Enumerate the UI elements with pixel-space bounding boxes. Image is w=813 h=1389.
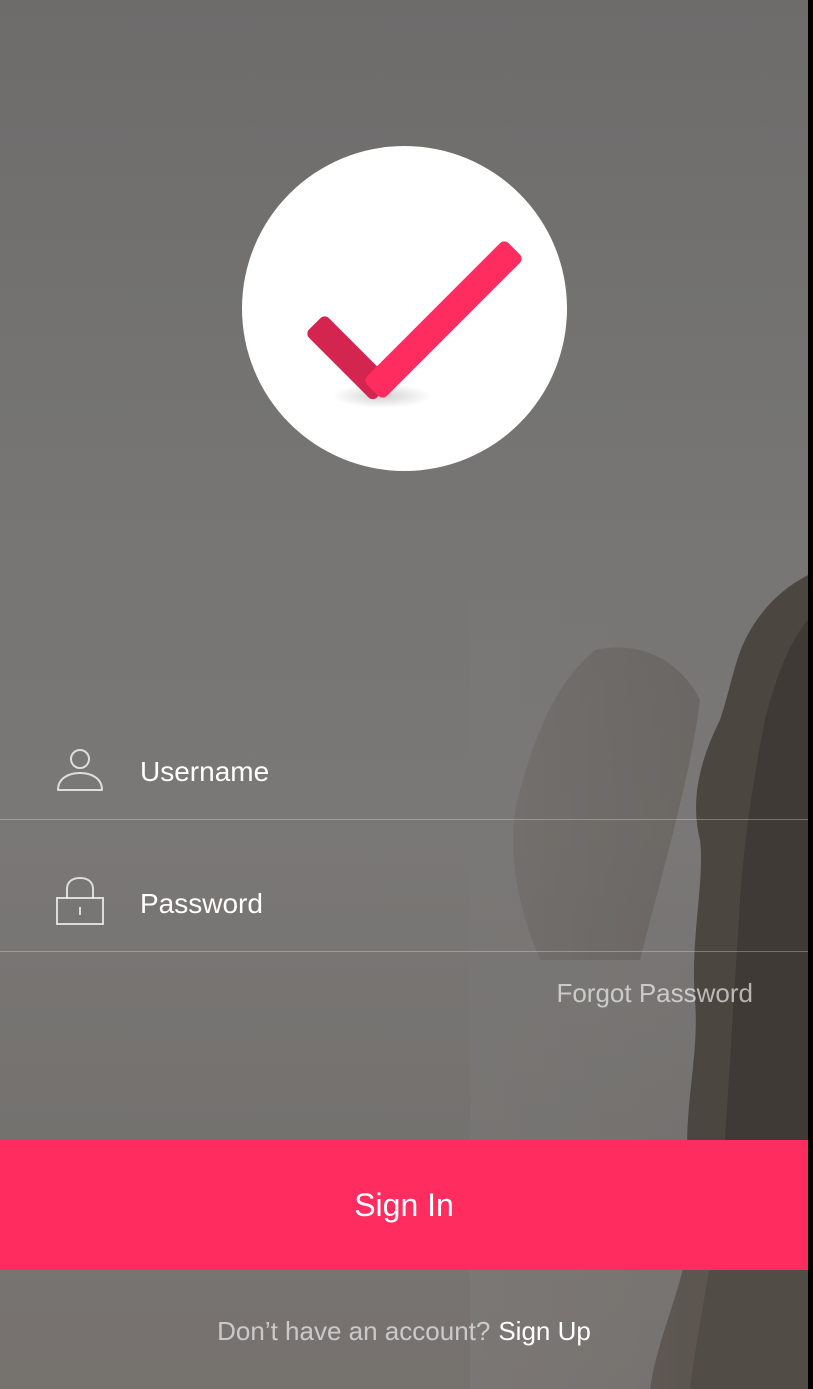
- username-input[interactable]: [140, 752, 740, 792]
- right-border: [808, 0, 813, 1389]
- password-input[interactable]: [140, 884, 740, 924]
- checkmark-icon: [307, 241, 522, 408]
- password-divider: [0, 951, 808, 952]
- sign-up-link[interactable]: Sign Up: [498, 1316, 591, 1346]
- username-field: [0, 688, 808, 820]
- app-logo: [242, 146, 567, 471]
- sign-up-prompt: Don’t have an account?: [217, 1316, 491, 1346]
- login-screen: Forgot Password Sign In Don’t have an ac…: [0, 0, 808, 1389]
- sign-in-button[interactable]: Sign In: [0, 1140, 808, 1270]
- lock-icon: [56, 876, 104, 925]
- user-icon: [57, 749, 103, 791]
- password-field: [0, 820, 808, 952]
- sign-up-row: Don’t have an account? Sign Up: [0, 1316, 808, 1347]
- forgot-password-link[interactable]: Forgot Password: [556, 978, 753, 1009]
